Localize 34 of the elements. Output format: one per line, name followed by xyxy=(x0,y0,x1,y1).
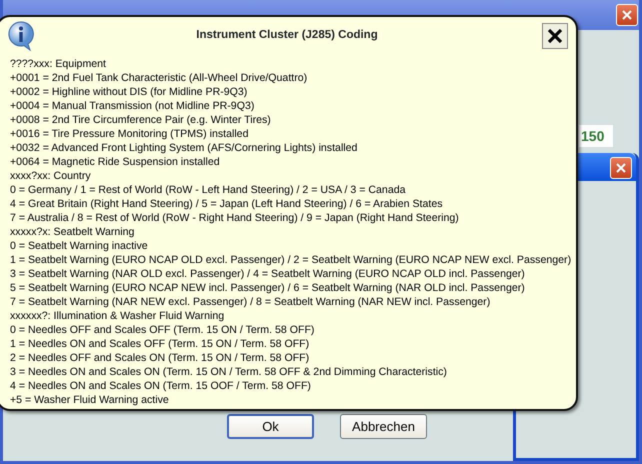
coding-line: 7 = Seatbelt Warning (NAR NEW excl. Passenger) / 8 = Seatbelt Warning (NAR NEW incl. Passenger) xyxy=(10,295,490,309)
close-button[interactable] xyxy=(542,23,568,49)
coding-line: +0008 = 2nd Tire Circumference Pair (e.g. Winter Tires) xyxy=(10,113,271,127)
coding-line: 1 = Seatbelt Warning (EURO NCAP OLD excl. Passenger) / 2 = Seatbelt Warning (EURO NCAP NEW excl. Passenger) xyxy=(10,253,572,267)
coding-line: +5 = Washer Fluid Warning active xyxy=(10,393,169,407)
coding-line: +0064 = Magnetic Ride Suspension installed xyxy=(10,155,220,169)
coding-line: 2 = Needles OFF and Scales ON (Term. 15 ON / Term. 58 OFF) xyxy=(10,351,310,365)
coding-line: 5 = Seatbelt Warning (EURO NCAP NEW incl. Passenger) / 6 = Seatbelt Warning (NAR OLD incl. Passenger) xyxy=(10,281,525,295)
coding-line: xxxxx?x: Seatbelt Warning xyxy=(10,225,134,239)
close-icon xyxy=(547,28,563,44)
popup-title: Instrument Cluster (J285) Coding xyxy=(195,28,379,43)
coding-line: +0001 = 2nd Fuel Tank Characteristic (All-Wheel Drive/Quattro) xyxy=(10,71,308,85)
coding-line: 3 = Seatbelt Warning (NAR OLD excl. Passenger) / 4 = Seatbelt Warning (EURO NCAP OLD incl. Passenger) xyxy=(10,267,525,281)
coding-line: 4 = Needles ON and Scales ON (Term. 15 OOF / Term. 58 OFF) xyxy=(10,379,311,393)
close-icon xyxy=(621,9,633,21)
coding-line: +0016 = Tire Pressure Monitoring (TPMS) installed xyxy=(10,127,248,141)
coding-line: 0 = Germany / 1 = Rest of World (RoW - Left Hand Steering) / 2 = USA / 3 = Canada xyxy=(10,183,406,197)
coding-line: 0 = Needles OFF and Scales OFF (Term. 15 ON / Term. 58 OFF) xyxy=(10,323,314,337)
cancel-button[interactable]: Abbrechen xyxy=(340,414,427,439)
coding-line: ????xxx: Equipment xyxy=(10,57,106,71)
coding-line: 1 = Needles ON and Scales OFF (Term. 15 ON / Term. 58 OFF) xyxy=(10,337,310,351)
coding-line: xxxxxx?: Illumination & Washer Fluid Warning xyxy=(10,309,224,323)
coding-field[interactable]: 150 xyxy=(579,125,613,147)
ok-button[interactable]: Ok xyxy=(227,414,314,439)
coding-line: +0004 = Manual Transmission (not Midline PR-9Q3) xyxy=(10,99,254,113)
coding-line: 4 = Great Britain (Right Hand Steering) / 5 = Japan (Left Hand Steering) / 6 = Arabien States xyxy=(10,197,443,211)
close-icon xyxy=(615,162,627,174)
coding-line: 7 = Australia / 8 = Rest of World (RoW - Right Hand Steering) / 9 = Japan (Right Hand Steering) xyxy=(10,211,459,225)
coding-line: +0002 = Highline without DIS (for Midline PR-9Q3) xyxy=(10,85,248,99)
coding-line: xxxx?xx: Country xyxy=(10,169,91,183)
coding-line: 3 = Needles ON and Scales ON (Term. 15 ON / Term. 58 OFF & 2nd Dimming Characteristic) xyxy=(10,365,447,379)
info-icon xyxy=(8,21,34,51)
coding-line: +0032 = Advanced Front Lighting System (AFS/Cornering Lights) installed xyxy=(10,141,358,155)
coding-line: 0 = Seatbelt Warning inactive xyxy=(10,239,148,253)
